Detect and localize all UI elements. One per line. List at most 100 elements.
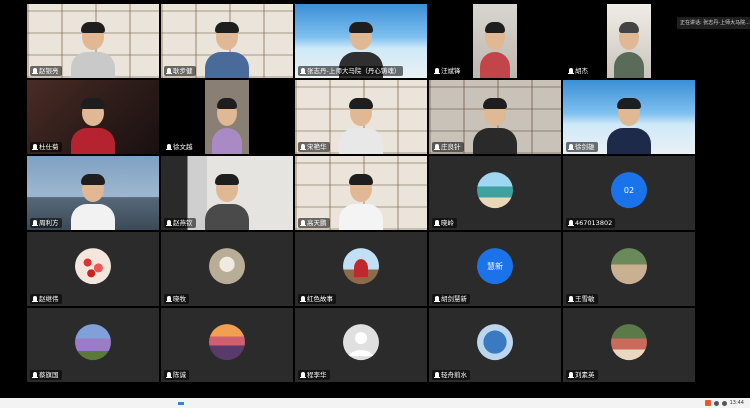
microphone-icon [32, 68, 38, 74]
participant-tile[interactable]: 陈诚 [161, 308, 293, 382]
microphone-icon [568, 296, 574, 302]
participant-tile[interactable]: 赵燕钦 [161, 156, 293, 230]
system-clock: 13:44 [729, 400, 744, 406]
participant-name-label: 耿步健 [164, 66, 196, 76]
participant-tile[interactable]: 胡杰 [563, 4, 695, 78]
participant-video-figure [480, 20, 510, 78]
participant-tile[interactable]: 02 467013802 [563, 156, 695, 230]
participant-avatar: 02 [611, 172, 647, 209]
taskbar-app-indicator[interactable] [178, 402, 184, 405]
microphone-icon [32, 220, 38, 226]
participant-name-label: 张志丹-上师大马院（丹心铸魂） [298, 66, 404, 76]
red-sculpture-icon [354, 259, 368, 278]
microphone-icon [434, 68, 440, 74]
active-speaker-banner: 正在讲话: 张志丹-上师大马院... [677, 17, 750, 29]
participant-avatar [477, 324, 513, 361]
participant-avatar [611, 324, 647, 361]
participant-name-label: 刘素英 [566, 370, 598, 380]
participant-tile[interactable]: 张志丹-上师大马院（丹心铸魂） [295, 4, 427, 78]
microphone-icon [434, 144, 440, 150]
participant-tile[interactable]: 庄良针 [429, 80, 561, 154]
participant-avatar [75, 324, 111, 361]
participant-avatar [209, 324, 245, 361]
participant-avatar: 慧新 [477, 248, 513, 285]
participant-tile[interactable]: 红色故事 [295, 232, 427, 306]
microphone-icon [166, 144, 172, 150]
participant-tile[interactable]: 徐文越 [161, 80, 293, 154]
participant-tile[interactable]: 轻舟煎水 [429, 308, 561, 382]
network-icon[interactable] [713, 400, 719, 406]
participant-tile[interactable]: 程李华 [295, 308, 427, 382]
microphone-icon [568, 372, 574, 378]
participant-name-label: 程李华 [298, 370, 330, 380]
participant-name-label: 汪斌锋 [432, 66, 464, 76]
participant-name-label: 赵银亮 [30, 66, 62, 76]
participant-tile[interactable]: 晓岭 [429, 156, 561, 230]
microphone-icon [434, 372, 440, 378]
participant-avatar [611, 248, 647, 285]
volume-icon[interactable] [721, 400, 727, 406]
microphone-icon [300, 68, 306, 74]
participant-name-label: 陈诚 [164, 370, 189, 380]
participant-name-label: 宋艳华 [298, 142, 330, 152]
participant-video-figure [205, 20, 249, 78]
participant-name-label: 轻舟煎水 [432, 370, 470, 380]
participant-name-label: 赵继伟 [30, 294, 62, 304]
participant-tile[interactable]: 徐剑雄 [563, 80, 695, 154]
participant-name-label: 徐文越 [164, 142, 196, 152]
microphone-icon [300, 220, 306, 226]
microphone-icon [32, 372, 38, 378]
participant-name-label: 王雪敏 [566, 294, 598, 304]
participant-name-label: 红色故事 [298, 294, 336, 304]
participant-video-figure [473, 96, 517, 154]
participant-tile[interactable]: 汪斌锋 [429, 4, 561, 78]
microphone-icon [300, 372, 306, 378]
participant-name-label: 徐剑雄 [566, 142, 598, 152]
microphone-icon [568, 144, 574, 150]
input-method-icon[interactable] [704, 400, 711, 406]
system-taskbar: 13:44 [0, 398, 750, 408]
participant-video-figure [614, 20, 644, 78]
participant-video-figure [212, 96, 242, 154]
participant-tile[interactable]: 王雪敏 [563, 232, 695, 306]
microphone-icon [434, 220, 440, 226]
participant-tile[interactable]: 慧新 胡剑慧新 [429, 232, 561, 306]
participant-tile[interactable]: 宋艳华 [295, 80, 427, 154]
participant-tile[interactable]: 周利方 [27, 156, 159, 230]
participant-tile[interactable]: 赵继伟 [27, 232, 159, 306]
participant-video-figure [607, 96, 651, 154]
participant-tile[interactable]: 高天鹏 [295, 156, 427, 230]
participant-video-figure [339, 172, 383, 230]
participant-avatar [343, 324, 379, 361]
participant-tile[interactable]: 刘素英 [563, 308, 695, 382]
participant-name-label: 周利方 [30, 218, 62, 228]
microphone-icon [300, 144, 306, 150]
participant-name-label: 蔡旗国 [30, 370, 62, 380]
participant-tile[interactable]: 杜仕菊 [27, 80, 159, 154]
participant-name-label: 高天鹏 [298, 218, 330, 228]
microphone-icon [568, 220, 574, 226]
participant-video-figure [339, 96, 383, 154]
participant-tile[interactable]: 赵银亮 [27, 4, 159, 78]
microphone-icon [32, 144, 38, 150]
participant-tile[interactable]: 晓牧 [161, 232, 293, 306]
participant-video-figure [205, 172, 249, 230]
microphone-icon [166, 220, 172, 226]
participant-video-figure [71, 172, 115, 230]
participant-avatar [477, 172, 513, 209]
participant-name-label: 杜仕菊 [30, 142, 62, 152]
participant-tile[interactable]: 蔡旗国 [27, 308, 159, 382]
system-tray: 13:44 [704, 398, 744, 408]
participant-tile[interactable]: 耿步健 [161, 4, 293, 78]
microphone-icon [166, 68, 172, 74]
participant-name-label: 胡剑慧新 [432, 294, 470, 304]
microphone-icon [166, 296, 172, 302]
microphone-icon [300, 296, 306, 302]
participant-avatar [343, 248, 379, 285]
participant-name-label: 467013802 [566, 218, 616, 228]
participant-name-label: 胡杰 [566, 66, 591, 76]
participant-avatar [209, 248, 245, 285]
participant-video-figure [71, 96, 115, 154]
microphone-icon [166, 372, 172, 378]
participant-name-label: 晓岭 [432, 218, 457, 228]
